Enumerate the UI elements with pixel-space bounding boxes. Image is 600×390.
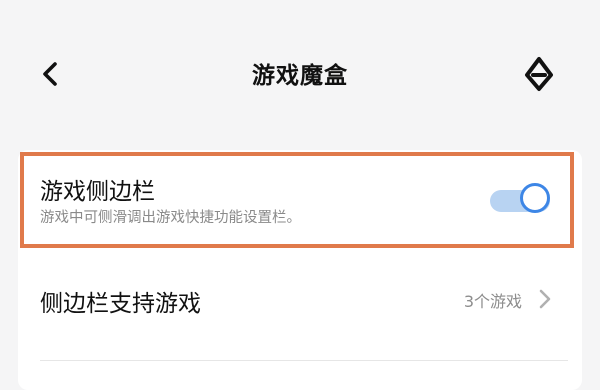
page-title: 游戏魔盒 [252,63,348,89]
sidebar-supported-games-row[interactable]: 侧边栏支持游戏 3个游戏 [28,262,568,332]
game-sidebar-title: 游戏侧边栏 [40,179,155,205]
header: 游戏魔盒 [0,0,600,150]
toggle-knob [520,183,550,213]
game-sidebar-toggle[interactable] [490,182,556,220]
logo-button[interactable] [514,50,564,100]
game-sidebar-description: 游戏中可侧滑调出游戏快捷功能设置栏。 [40,210,301,226]
game-sidebar-setting-row: 游戏侧边栏 游戏中可侧滑调出游戏快捷功能设置栏。 [28,160,568,240]
chevron-right-icon [534,288,556,310]
supported-games-count: 3个游戏 [463,292,522,311]
game-box-logo-icon [525,57,553,91]
supported-games-title: 侧边栏支持游戏 [40,291,201,317]
row-divider [40,360,568,361]
